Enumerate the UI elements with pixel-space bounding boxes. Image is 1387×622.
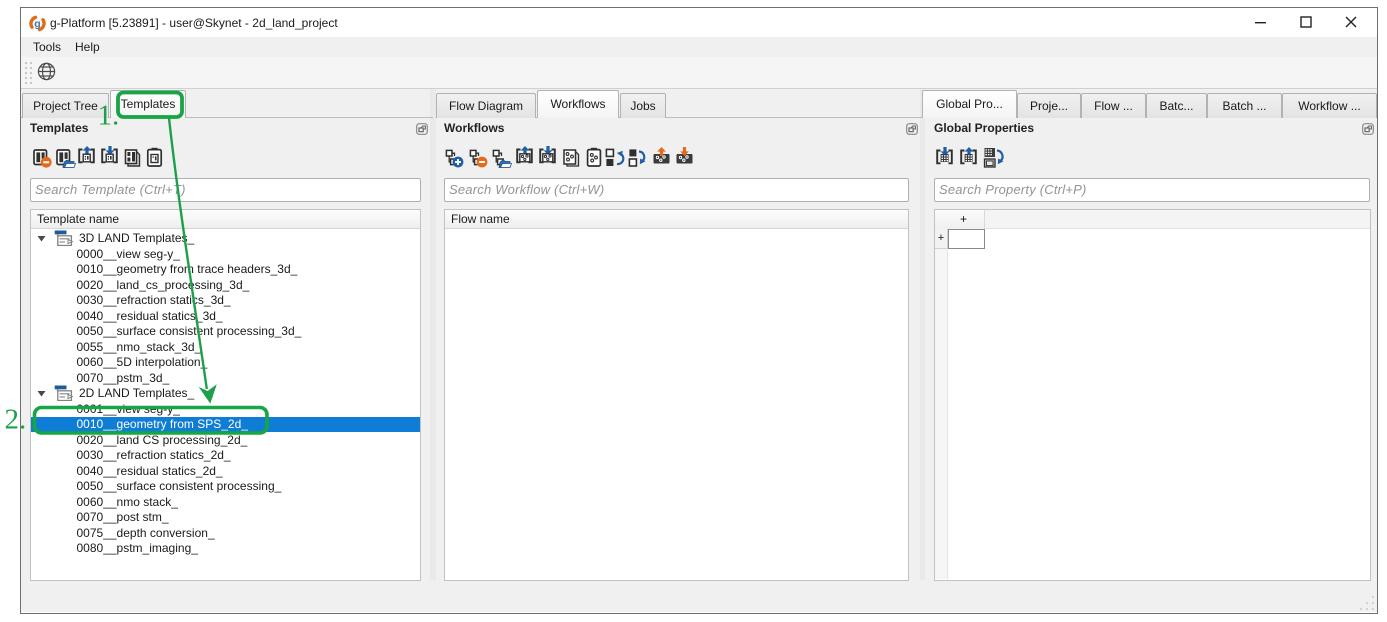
svg-text:1.: 1. [98, 100, 120, 132]
svg-text:2.: 2. [5, 404, 27, 436]
